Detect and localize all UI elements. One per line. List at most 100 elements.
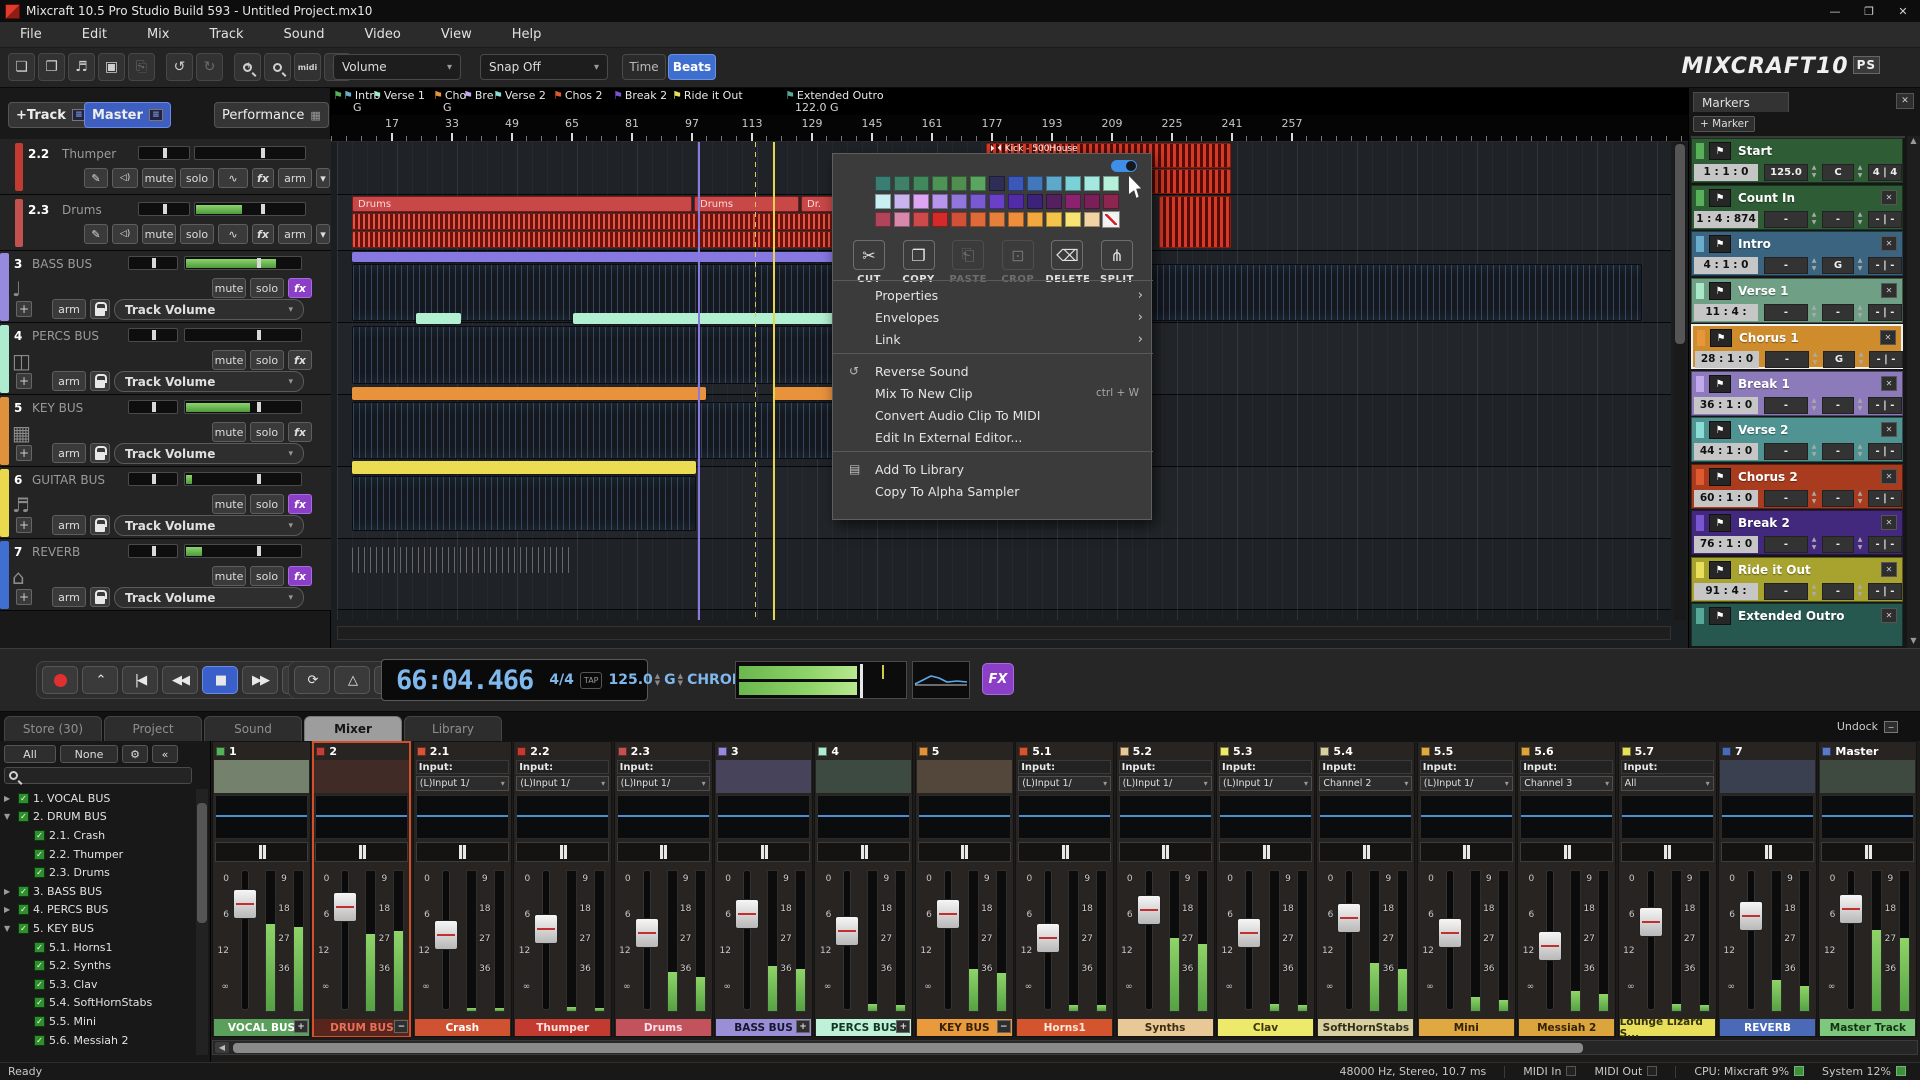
zoom-in-icon[interactable] bbox=[234, 53, 261, 81]
mute-button[interactable]: mute bbox=[142, 224, 176, 244]
solo-button[interactable]: solo bbox=[180, 168, 214, 188]
volume-handle[interactable] bbox=[257, 330, 261, 340]
color-swatch[interactable] bbox=[1065, 194, 1081, 209]
solo-button[interactable]: solo bbox=[250, 350, 284, 370]
strip-pan-slider[interactable] bbox=[1219, 842, 1312, 862]
tab-mixer[interactable]: Mixer bbox=[304, 716, 402, 741]
fader-track[interactable] bbox=[743, 870, 751, 1010]
fader-cap[interactable] bbox=[1438, 918, 1462, 948]
track-row-7[interactable]: 7REVERB⌂mutesolofx+armTrack Volume▾ bbox=[0, 539, 331, 611]
track-row-3[interactable]: 3BASS BUS♩mutesolofx+armTrack Volume▾ bbox=[0, 251, 331, 323]
mixer-strip-3[interactable]: 30612∞9182736BASS BUS+ bbox=[714, 741, 813, 1037]
marker-position-field[interactable]: 1 : 4 : 874 bbox=[1694, 211, 1758, 228]
fader-cap[interactable] bbox=[434, 920, 458, 950]
fader-cap[interactable] bbox=[333, 892, 357, 922]
sidebar-scrollbar[interactable] bbox=[196, 789, 208, 1055]
volume-handle[interactable] bbox=[257, 546, 261, 556]
section-marker-break-2[interactable]: ⚑Break 2 bbox=[613, 89, 667, 102]
track-pan-slider[interactable] bbox=[128, 400, 178, 414]
context-item-convert-audio-clip-to-midi[interactable]: Convert Audio Clip To MIDI bbox=[833, 404, 1153, 426]
marker-key-spinner[interactable]: ▲ ▼ bbox=[1855, 443, 1865, 460]
mixer-strip-2[interactable]: 20612∞9182736DRUM BUS− bbox=[312, 741, 411, 1037]
fader-cap[interactable] bbox=[835, 916, 859, 946]
fader-track[interactable] bbox=[1345, 870, 1353, 1010]
context-action-paste[interactable]: ⎗PASTE bbox=[946, 240, 990, 285]
marker-key-spinner[interactable]: ▲ ▼ bbox=[1855, 536, 1865, 553]
marker-delete-icon[interactable]: ✕ bbox=[1881, 608, 1897, 623]
context-item-envelopes[interactable]: Envelopes› bbox=[833, 306, 1153, 328]
clip-redbar[interactable]: Drums bbox=[352, 196, 692, 212]
marker-tempo-field[interactable]: - bbox=[1764, 304, 1808, 321]
color-swatch[interactable] bbox=[970, 194, 986, 209]
strip-eq-display[interactable] bbox=[617, 795, 710, 839]
strip-expand-button[interactable]: + bbox=[896, 1020, 910, 1033]
menu-track[interactable]: Track bbox=[189, 22, 263, 47]
marker-key-field[interactable]: - bbox=[1822, 536, 1854, 553]
tempo-spinner[interactable]: ▲▼ bbox=[655, 673, 660, 687]
strip-expand-button[interactable]: − bbox=[394, 1020, 408, 1033]
marker-signature-field[interactable]: - | - bbox=[1869, 351, 1903, 368]
marker-key-field[interactable]: - bbox=[1822, 443, 1854, 460]
lock-button[interactable] bbox=[90, 515, 110, 535]
fader-cap[interactable] bbox=[936, 899, 960, 929]
marker-key-field[interactable]: - bbox=[1822, 490, 1854, 507]
fader-track[interactable] bbox=[1145, 870, 1153, 1010]
volume-handle[interactable] bbox=[257, 474, 261, 484]
timeline-v-scrollbar[interactable] bbox=[1674, 142, 1686, 620]
fader-track[interactable] bbox=[944, 870, 952, 1010]
marker-key-spinner[interactable]: ▲ ▼ bbox=[1855, 211, 1865, 228]
strip-expand-button[interactable]: − bbox=[997, 1020, 1011, 1033]
marker-delete-icon[interactable]: ✕ bbox=[1881, 562, 1897, 577]
beats-mode-button[interactable]: Beats bbox=[668, 54, 716, 80]
track-checkbox-icon[interactable]: ✓ bbox=[34, 1035, 45, 1046]
track-pan-slider[interactable] bbox=[128, 472, 178, 486]
track-volume-slider[interactable] bbox=[184, 256, 302, 270]
strip-pan-slider[interactable] bbox=[617, 842, 710, 862]
marker-key-field[interactable]: - bbox=[1822, 397, 1854, 414]
color-swatch[interactable] bbox=[970, 176, 986, 191]
sidebar-item-5-5-mini[interactable]: ✓5.5. Mini bbox=[0, 1012, 196, 1031]
track-pan-slider[interactable] bbox=[138, 146, 190, 160]
master-track-button[interactable]: Master≡ bbox=[84, 102, 171, 128]
input-select[interactable]: (L)Input 1/▾ bbox=[516, 776, 609, 791]
lock-button[interactable] bbox=[90, 587, 110, 607]
automation-param-select[interactable]: Track Volume▾ bbox=[114, 299, 304, 320]
context-action-copy[interactable]: ❐COPY bbox=[897, 240, 941, 285]
undock-control[interactable]: Undock− bbox=[1837, 720, 1898, 733]
pan-handle[interactable] bbox=[1765, 845, 1772, 859]
marker-row-break-2[interactable]: ⚑Break 2✕76 : 1 : 0-▲ ▼-▲ ▼- | - bbox=[1691, 510, 1903, 555]
input-select[interactable]: (L)Input 1/▾ bbox=[1420, 776, 1513, 791]
color-swatch[interactable] bbox=[1008, 212, 1024, 227]
mute-button[interactable]: mute bbox=[212, 278, 246, 298]
clip-bar[interactable] bbox=[416, 313, 461, 324]
marker-key-spinner[interactable]: ▲ ▼ bbox=[1855, 304, 1865, 321]
fader-cap[interactable] bbox=[1237, 918, 1261, 948]
color-swatch[interactable] bbox=[894, 194, 910, 209]
input-select[interactable]: (L)Input 1/▾ bbox=[1119, 776, 1212, 791]
sidebar-item-5-1-horns1[interactable]: ✓5.1. Horns1 bbox=[0, 938, 196, 957]
marker-tempo-spinner[interactable]: ▲ ▼ bbox=[1809, 304, 1819, 321]
color-swatch[interactable] bbox=[1027, 212, 1043, 227]
performance-button[interactable]: Performance▦ bbox=[214, 102, 329, 128]
marker-key-spinner[interactable]: ▲ ▼ bbox=[1855, 490, 1865, 507]
strip-pan-slider[interactable] bbox=[315, 842, 408, 862]
sidebar-item-5-4-softhornstabs[interactable]: ✓5.4. SoftHornStabs bbox=[0, 994, 196, 1013]
pan-handle[interactable] bbox=[761, 845, 768, 859]
close-button[interactable]: ✕ bbox=[1886, 0, 1920, 22]
fx-button[interactable]: fx bbox=[288, 350, 312, 370]
automation-param-select[interactable]: Track Volume▾ bbox=[114, 371, 304, 392]
arm-button[interactable]: arm bbox=[278, 168, 312, 188]
marker-color-chip[interactable] bbox=[1696, 515, 1704, 531]
lock-button[interactable] bbox=[90, 299, 110, 319]
arm-button[interactable]: arm bbox=[52, 299, 86, 319]
strip-pan-slider[interactable] bbox=[1621, 842, 1714, 862]
color-swatch[interactable] bbox=[1065, 176, 1081, 191]
fader-track[interactable] bbox=[1647, 870, 1655, 1010]
timeline-ruler[interactable]: 1733496581971131291451611771932092252412… bbox=[331, 115, 1688, 142]
marker-delete-icon[interactable]: ✕ bbox=[1881, 236, 1897, 251]
track-checkbox-icon[interactable]: ✓ bbox=[34, 942, 45, 953]
color-swatch[interactable] bbox=[951, 194, 967, 209]
track-volume-slider[interactable] bbox=[184, 328, 302, 342]
fader-cap[interactable] bbox=[735, 899, 759, 929]
pan-handle[interactable] bbox=[1263, 845, 1270, 859]
